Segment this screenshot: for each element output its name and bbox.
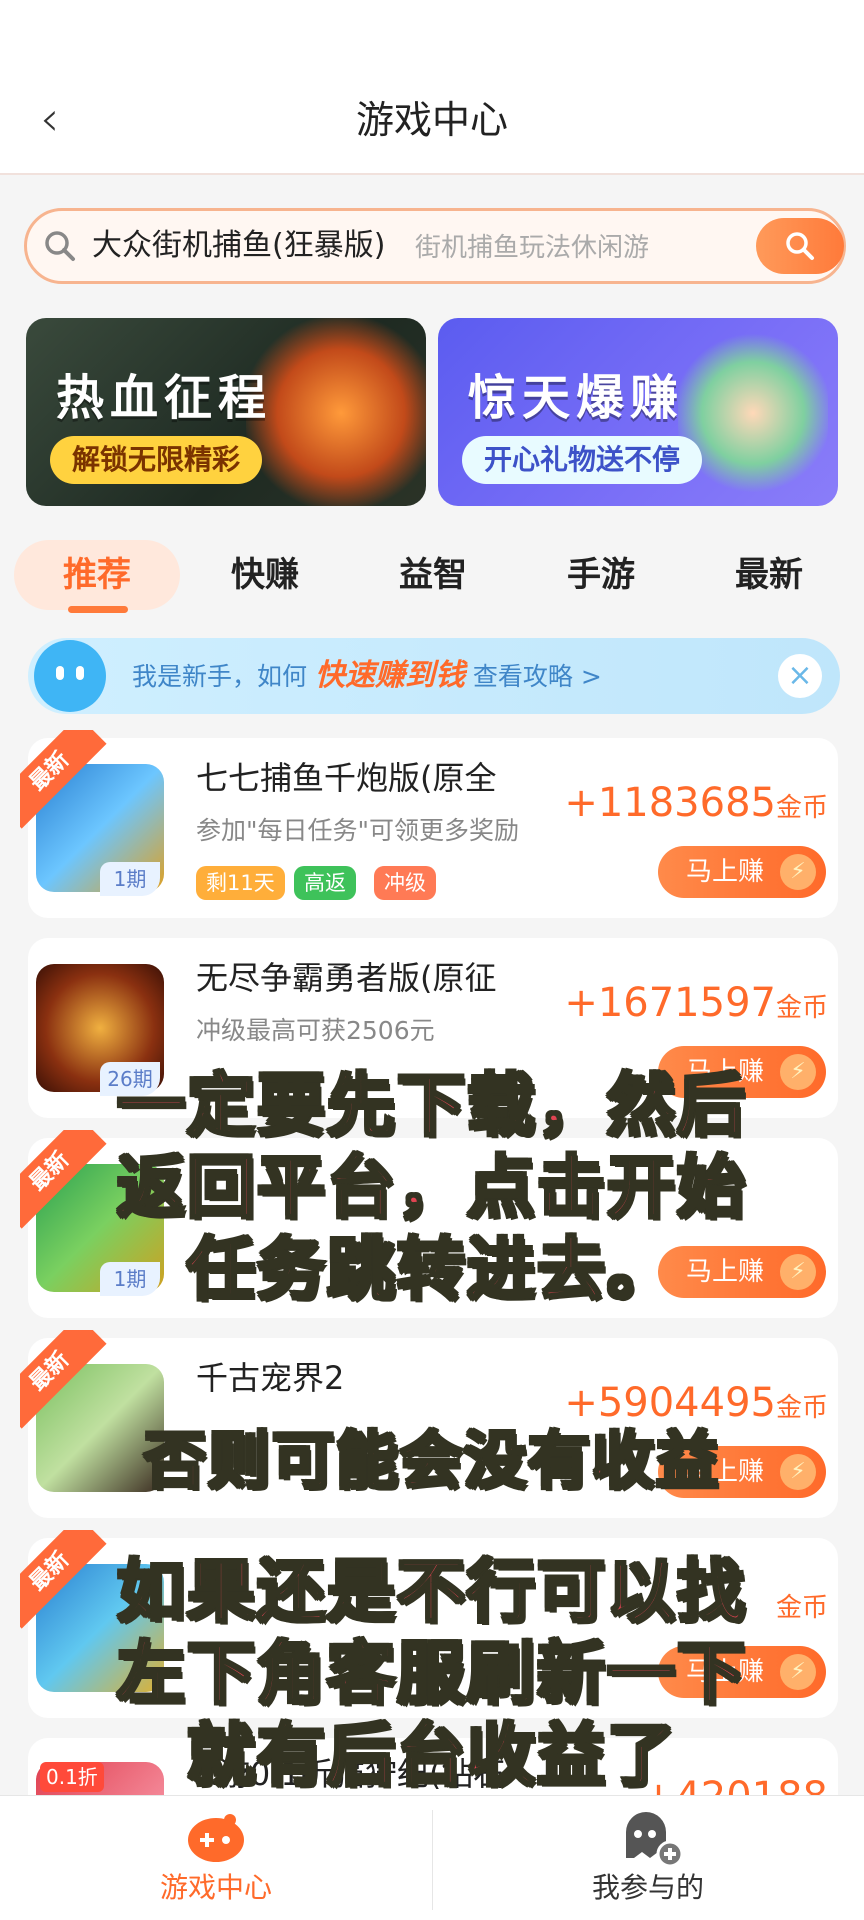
game-name: 无尽争霸勇者版(原征 [196,959,497,997]
period-badge: 1期 [100,862,160,896]
tag-level-up: 冲级 [374,866,436,900]
banner-title: 热血征程 [56,370,273,426]
search-icon [45,231,75,261]
category-tabs: 推荐 快赚 益智 手游 最新 [0,540,864,620]
game-desc: 冲级最高可获2506元 [196,1016,435,1045]
ghost-mascot-icon [34,640,106,712]
reward-amount: +1183685金币 [564,778,828,833]
warrior-cat-illustration [246,318,426,506]
active-tab-indicator [68,606,128,613]
overlay-caption-line: 任务跳转进去。 [185,1230,677,1312]
ribbon-wrap: 最新 [20,730,130,840]
notice-guide-link[interactable]: 查看攻略 > [473,662,602,691]
ghost-plus-icon [626,1812,684,1868]
nav-game-center[interactable]: 游戏中心 [0,1800,432,1920]
tab-shouyou[interactable]: 手游 [534,540,668,610]
tab-zuixin[interactable]: 最新 [702,540,836,610]
nav-my-joined[interactable]: 我参与的 [432,1800,864,1920]
new-ribbon: 最新 [20,730,107,829]
page-title: 游戏中心 [355,98,508,142]
banner-subtitle: 解锁无限精彩 [50,436,263,484]
banner-subtitle: 开心礼物送不停 [462,436,703,484]
earn-now-button[interactable]: 马上赚 ⚡ [658,846,826,898]
search-button[interactable] [756,218,844,274]
notice-text: 我是新手，如何 快速赚到钱 查看攻略 > [132,654,602,699]
kid-gamer-illustration [678,328,828,498]
banner-rexue[interactable]: 热血征程 解锁无限精彩 [26,318,426,506]
overlay-caption-line: 就有后台收益了 [185,1716,677,1798]
overlay-caption-line: 否则可能会没有收益 [142,1423,720,1499]
nav-label: 游戏中心 [159,1871,272,1904]
gamepad-icon [188,1814,244,1862]
close-icon[interactable]: × [778,654,822,698]
reward-unit: 金币 [775,993,828,1023]
game-name: 千古宠界2 [196,1359,345,1397]
overlay-caption-line: 左下角客服刷新一下 [115,1634,747,1716]
reward-unit: 金币 [775,1393,828,1423]
tag-high-return: 高返 [294,866,356,900]
overlay-caption-line: 一定要先下载，然后 [115,1066,747,1148]
tab-kuaizhuan[interactable]: 快赚 [198,540,332,610]
game-name: 七七捕鱼千炮版(原全 [196,759,497,797]
earn-label: 马上赚 [686,857,765,887]
nav-label: 我参与的 [591,1871,704,1904]
overlay-caption-line: 返回平台，点击开始 [115,1148,747,1230]
new-ribbon: 最新 [20,1330,107,1429]
search-keyword[interactable]: 大众街机捕鱼(狂暴版) [92,224,385,268]
search-button-icon [786,232,814,260]
top-bar [0,0,864,175]
reward-value: +1183685 [564,780,776,826]
overlay-caption-line: 如果还是不行可以找 [115,1552,747,1634]
notice-highlight: 快速赚到钱 [314,658,465,693]
banner-jingtian[interactable]: 惊天爆赚 开心礼物送不停 [438,318,838,506]
banner-title: 惊天爆赚 [468,370,685,426]
notice-prefix: 我是新手，如何 [132,662,308,691]
reward-unit: 金币 [775,793,828,823]
tab-tuijian[interactable]: 推荐 [14,540,180,610]
tag-days-left: 剩11天 [196,866,285,900]
search-hint: 街机捕鱼玩法休闲游 [415,233,650,263]
tab-yizhi[interactable]: 益智 [366,540,500,610]
reward-value: +1671597 [564,980,776,1026]
reward-amount: +1671597金币 [564,978,828,1033]
game-desc: 参加"每日任务"可领更多奖励 [196,816,519,845]
lightning-icon: ⚡ [780,854,816,890]
